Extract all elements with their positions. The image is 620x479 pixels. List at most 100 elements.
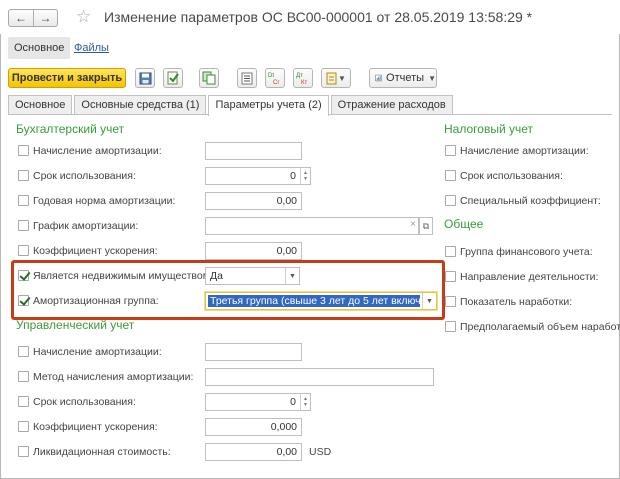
tax-special-coef-checkbox[interactable] <box>445 195 456 206</box>
mgmt-method-field[interactable] <box>205 368 434 386</box>
general-operating-time-checkbox[interactable] <box>445 296 456 307</box>
acc-real-estate-select[interactable]: Да ▼ <box>205 267 300 285</box>
mgmt-depreciation-label: Начисление амортизации: <box>33 346 162 358</box>
mgmt-acceleration-input[interactable]: 0,000 <box>205 418 302 436</box>
row-general-operating-time: Показатель наработки: <box>444 293 614 311</box>
open-link-icon[interactable]: ⧉ <box>419 217 433 235</box>
create-based-on-icon[interactable]: ▼ <box>321 68 351 88</box>
section-general-title: Общее <box>444 217 484 231</box>
row-tax-special-coef: Специальный коэффициент: <box>444 192 614 210</box>
kt-label: Кт <box>301 80 307 85</box>
save-icon[interactable] <box>135 68 155 88</box>
row-mgmt-acceleration: Коэффициент ускорения: 0,000 <box>16 418 316 436</box>
row-acc-depreciation: Начисление амортизации: <box>16 142 316 160</box>
window-title: Изменение параметров ОС ВС00-000001 от 2… <box>104 9 533 25</box>
acc-annual-rate-label: Годовая норма амортизации: <box>33 195 176 207</box>
mgmt-useful-life-input[interactable]: 0 ▲ ▼ <box>205 393 311 411</box>
acc-annual-rate-value: 0,00 <box>276 195 297 207</box>
row-mgmt-useful-life: Срок использования: 0 ▲ ▼ <box>16 393 316 411</box>
acc-useful-life-label: Срок использования: <box>33 170 136 182</box>
acc-depreciation-group-checkbox[interactable] <box>18 295 29 306</box>
section-management-title: Управленческий учет <box>16 318 135 332</box>
row-mgmt-depreciation: Начисление амортизации: <box>16 343 316 361</box>
tax-useful-life-checkbox[interactable] <box>445 170 456 181</box>
tax-depreciation-label: Начисление амортизации: <box>460 145 589 157</box>
mgmt-liquidation-label: Ликвидационная стоимость: <box>33 446 171 458</box>
mgmt-acceleration-checkbox[interactable] <box>18 421 29 432</box>
acc-schedule-checkbox[interactable] <box>18 220 29 231</box>
mgmt-liquidation-checkbox[interactable] <box>18 446 29 457</box>
acc-depreciation-field[interactable] <box>205 142 302 160</box>
spinner-icon[interactable]: ▲ ▼ <box>300 394 310 410</box>
acc-annual-rate-input[interactable]: 0,00 <box>205 192 302 210</box>
list-icon[interactable] <box>237 68 257 88</box>
general-activity-checkbox[interactable] <box>445 271 456 282</box>
acc-real-estate-checkbox[interactable] <box>18 270 29 281</box>
favorite-star-icon[interactable]: ☆ <box>76 7 91 27</box>
spinner-icon[interactable]: ▲ ▼ <box>300 168 310 184</box>
acc-acceleration-input[interactable]: 0,00 <box>205 242 302 260</box>
mgmt-liquidation-value: 0,00 <box>276 446 297 458</box>
forward-arrow-icon[interactable]: → <box>33 10 57 26</box>
mgmt-method-label: Метод начисления амортизации: <box>33 371 194 383</box>
row-mgmt-method: Метод начисления амортизации: <box>16 368 436 386</box>
tax-special-coef-label: Специальный коэффициент: <box>460 195 601 207</box>
row-acc-acceleration: Коэффициент ускорения: 0,00 <box>16 242 316 260</box>
link-tab-main[interactable]: Основное <box>8 37 71 59</box>
acc-annual-rate-checkbox[interactable] <box>18 195 29 206</box>
chevron-down-icon[interactable]: ▼ <box>285 268 299 284</box>
general-financial-group-checkbox[interactable] <box>445 246 456 257</box>
row-general-activity: Направление деятельности: <box>444 268 614 286</box>
mgmt-depreciation-checkbox[interactable] <box>18 346 29 357</box>
acc-useful-life-checkbox[interactable] <box>18 170 29 181</box>
row-general-financial-group: Группа финансового учета: <box>444 243 614 261</box>
acc-depreciation-group-label: Амортизационная группа: <box>33 295 159 307</box>
tax-depreciation-checkbox[interactable] <box>445 145 456 156</box>
acc-useful-life-input[interactable]: 0 ▲ ▼ <box>205 167 311 185</box>
general-financial-group-label: Группа финансового учета: <box>460 246 593 258</box>
acc-depreciation-label: Начисление амортизации: <box>33 145 162 157</box>
row-mgmt-liquidation: Ликвидационная стоимость: 0,00 USD <box>16 443 356 461</box>
acc-depreciation-group-select[interactable]: Третья группа (свыше 3 лет до 5 лет вклю… <box>205 292 437 310</box>
acc-acceleration-checkbox[interactable] <box>18 245 29 256</box>
mgmt-useful-life-label: Срок использования: <box>33 396 136 408</box>
chevron-down-icon[interactable]: ▼ <box>422 293 436 309</box>
acc-depreciation-group-value: Третья группа (свыше 3 лет до 5 лет вклю… <box>208 295 420 307</box>
tab-expense-reflection[interactable]: Отражение расходов <box>330 95 453 115</box>
currency-label: USD <box>309 446 332 458</box>
mgmt-depreciation-field[interactable] <box>205 343 302 361</box>
mgmt-useful-life-checkbox[interactable] <box>18 396 29 407</box>
tab-main[interactable]: Основное <box>8 95 73 115</box>
dt-label: Dt <box>268 73 274 79</box>
copy-document-icon[interactable] <box>199 68 219 88</box>
dt-cr-icon[interactable]: Dt Cr <box>265 68 285 88</box>
tax-useful-life-label: Срок использования: <box>460 170 563 182</box>
chevron-down-icon: ▼ <box>338 73 346 83</box>
reports-button[interactable]: Отчеты ▼ <box>369 68 437 88</box>
chevron-down-icon: ▼ <box>428 73 436 83</box>
post-document-icon[interactable] <box>163 68 183 88</box>
acc-depreciation-checkbox[interactable] <box>18 145 29 156</box>
post-and-close-button[interactable]: Провести и закрыть <box>8 68 126 88</box>
tab-fixed-assets[interactable]: Основные средства (1) <box>74 95 207 115</box>
general-expected-volume-checkbox[interactable] <box>445 321 456 332</box>
mgmt-method-checkbox[interactable] <box>18 371 29 382</box>
acc-schedule-input[interactable]: × <box>205 217 419 235</box>
clear-x-icon[interactable]: × <box>410 219 416 230</box>
row-tax-useful-life: Срок использования: <box>444 167 614 185</box>
general-operating-time-label: Показатель наработки: <box>460 296 573 308</box>
general-activity-label: Направление деятельности: <box>460 271 599 283</box>
title-bar: ← → ☆ Изменение параметров ОС ВС00-00000… <box>0 0 620 34</box>
cr-label: Cr <box>273 80 279 85</box>
section-tax-title: Налоговый учет <box>444 122 533 136</box>
tab-accounting-params[interactable]: Параметры учета (2) <box>208 95 329 116</box>
acc-useful-life-value: 0 <box>290 170 296 182</box>
dt-kt-icon[interactable]: Дт Кт <box>293 68 313 88</box>
link-tab-files[interactable]: Файлы <box>68 37 115 59</box>
mgmt-useful-life-value: 0 <box>290 396 296 408</box>
mgmt-liquidation-input[interactable]: 0,00 <box>205 443 302 461</box>
row-acc-depreciation-group: Амортизационная группа: Третья группа (с… <box>16 292 446 310</box>
back-arrow-icon[interactable]: ← <box>9 10 33 26</box>
page-tabs: Основное Основные средства (1) Параметры… <box>8 95 455 116</box>
reports-icon <box>375 74 382 82</box>
